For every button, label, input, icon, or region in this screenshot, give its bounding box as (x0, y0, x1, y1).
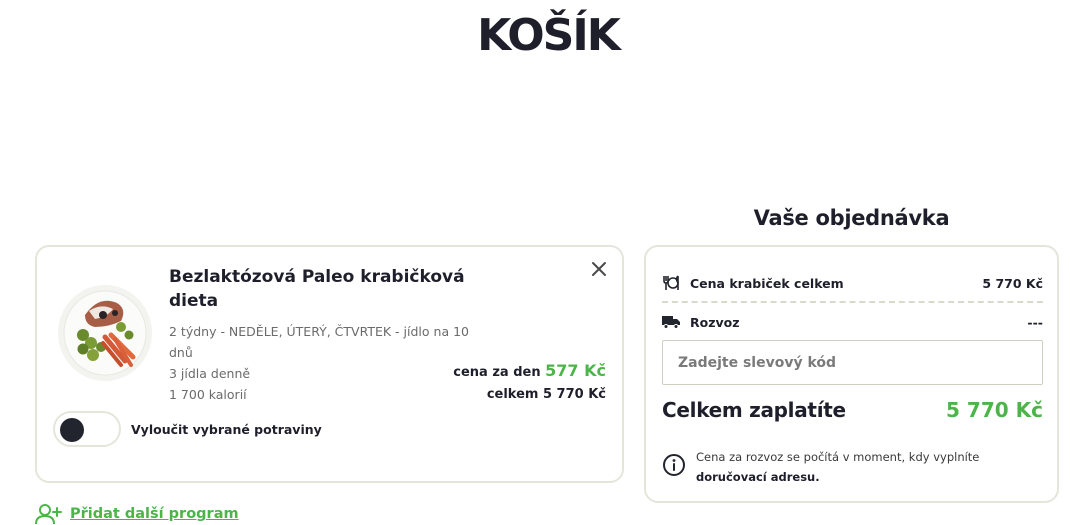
price-block: cena za den 577 Kč celkem 5 770 Kč (453, 360, 606, 406)
summary-total-row: Celkem zaplatíte 5 770 Kč (662, 398, 1043, 422)
delivery-note-bold: doručovací adresu. (696, 470, 820, 484)
toggle-knob (60, 418, 84, 442)
summary-boxes-label: Cena krabiček celkem (690, 275, 844, 291)
summary-boxes-value: 5 770 Kč (982, 275, 1043, 291)
item-total-label: celkem (486, 387, 539, 402)
discount-code-input[interactable] (662, 340, 1043, 385)
item-total-value: 5 770 Kč (542, 387, 606, 402)
delivery-note: Cena za rozvoz se počítá v moment, kdy v… (662, 447, 1043, 487)
product-details: 2 týdny - NEDĚLE, ÚTERÝ, ČTVRTEK - jídlo… (169, 321, 469, 405)
product-detail-calories: 1 700 kalorií (169, 387, 247, 402)
order-summary-card: Cena krabiček celkem 5 770 Kč Rozvoz ---… (644, 245, 1059, 503)
info-icon (663, 454, 685, 476)
add-user-icon (35, 504, 62, 525)
add-program-label: Přidat další program (70, 506, 239, 522)
remove-item-button[interactable] (589, 259, 609, 279)
product-detail-meals: 3 jídla denně (169, 366, 251, 381)
summary-delivery-row: Rozvoz --- (662, 311, 1043, 333)
summary-heading: Vaše objednávka (753, 206, 950, 230)
delivery-note-main: Cena za rozvoz se počítá v moment, kdy v… (696, 450, 980, 464)
page-title: KOŠÍK (477, 10, 621, 61)
exclude-foods-toggle[interactable] (53, 411, 121, 447)
exclude-foods-row: Vyloučit vybrané potraviny (53, 411, 322, 447)
price-per-day-label: cena za den (453, 365, 541, 380)
summary-divider (662, 301, 1043, 303)
summary-total-value: 5 770 Kč (946, 398, 1043, 422)
product-title: Bezlaktózová Paleo krabičková dieta (169, 267, 465, 311)
truck-icon (662, 316, 680, 329)
cart-page: KOŠÍK Bezlaktózová Paleo krabičková diet… (0, 0, 1081, 525)
add-program-link[interactable]: Přidat další program (35, 503, 239, 525)
summary-delivery-label: Rozvoz (690, 314, 740, 330)
price-per-day-row: cena za den 577 Kč (453, 360, 606, 384)
cart-item-card: Bezlaktózová Paleo krabičková dieta 2 tý… (35, 245, 624, 483)
summary-total-label: Celkem zaplatíte (662, 398, 846, 422)
cutlery-icon (663, 275, 679, 290)
price-per-day-value: 577 Kč (545, 361, 606, 380)
product-detail-schedule: 2 týdny - NEDĚLE, ÚTERÝ, ČTVRTEK - jídlo… (169, 324, 469, 360)
summary-boxes-row: Cena krabiček celkem 5 770 Kč (662, 272, 1043, 294)
product-image (58, 285, 152, 381)
delivery-note-text: Cena za rozvoz se počítá v moment, kdy v… (696, 447, 979, 487)
close-icon (592, 262, 606, 276)
exclude-foods-label: Vyloučit vybrané potraviny (131, 421, 322, 437)
item-total-row: celkem 5 770 Kč (453, 384, 606, 406)
summary-delivery-value: --- (1027, 314, 1043, 330)
